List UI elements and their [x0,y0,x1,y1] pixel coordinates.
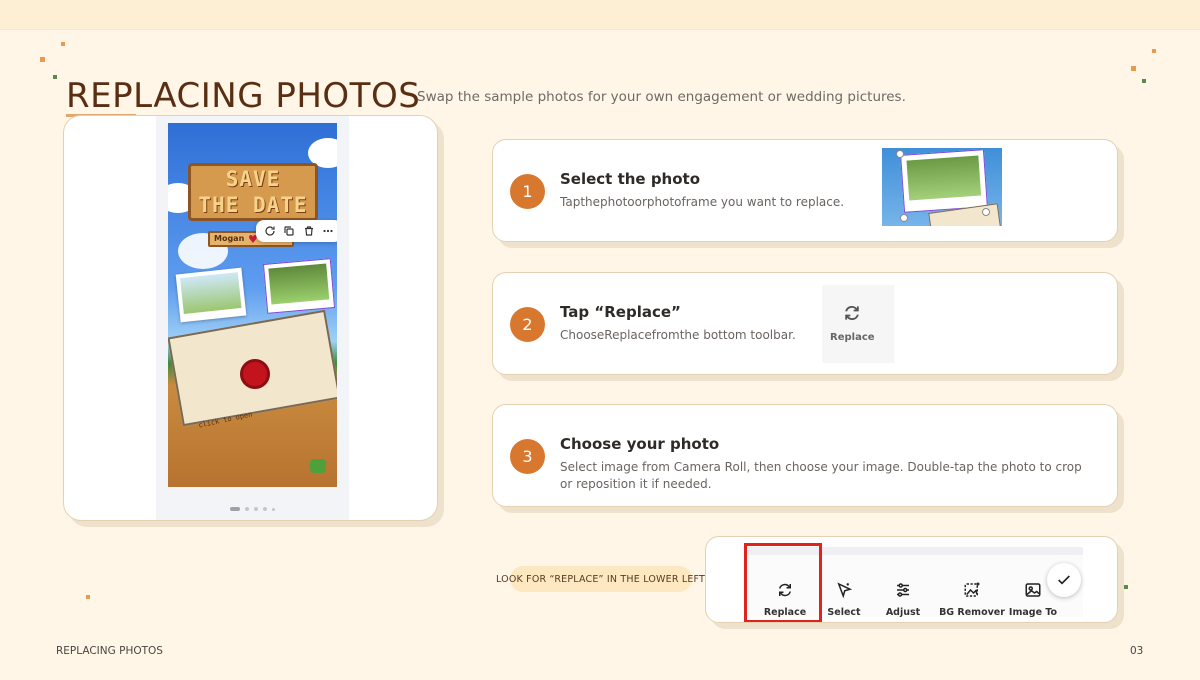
page-dot [263,507,267,511]
step-number: 1 [510,174,545,209]
tool-label: BG Remover [939,607,1005,618]
image-icon [1025,583,1041,597]
replace-highlight-box [744,543,822,622]
step-description: Tapthephotoorphotoframe you want to repl… [560,195,845,209]
page-indicator [230,507,275,511]
confetti-dot [1142,79,1146,83]
confetti-dot [1124,585,1128,589]
duplicate-icon[interactable] [283,225,295,237]
couple-photo [180,272,242,314]
invitation-canvas[interactable]: SAVE THE DATE Mogan ♥ click to open [168,123,337,487]
confetti-dot [1131,66,1136,71]
sign-line-2: THE DATE [198,193,308,217]
replace-label: Replace [830,332,875,343]
couple-photo [268,263,330,305]
confetti-dot [40,57,45,62]
step-title: Select the photo [560,170,701,188]
wax-seal [240,359,270,389]
replace-button-thumbnail: Replace [822,285,894,363]
bottom-toolbar-card: Replace Select Adjust BG Remover Image T… [705,536,1118,623]
tool-label: Adjust [885,607,921,618]
tool-label: Image To [1008,607,1058,618]
frog-icon [310,459,326,473]
adjust-tool[interactable]: Adjust [868,581,938,618]
photo-frame [900,149,988,213]
couple-photo [906,155,982,201]
page-dot [272,507,275,511]
selected-photo-thumbnail [882,148,1002,226]
more-icon[interactable] [322,225,334,237]
top-band [0,0,1200,30]
save-the-date-sign: SAVE THE DATE [188,163,318,221]
step-title: Choose your photo [560,435,720,453]
step-title: Tap “Replace” [560,303,681,321]
step-card-3: 3 Choose your photo Select image from Ca… [492,404,1118,507]
done-button[interactable] [1047,563,1081,597]
checkmark-icon [1058,575,1070,585]
element-edit-toolbar [256,220,337,242]
resize-handle [896,150,904,158]
confetti-dot [1152,49,1156,53]
phone-frame: SAVE THE DATE Mogan ♥ click to open [156,116,349,520]
resize-handle [982,208,990,216]
footer-title: REPLACING PHOTOS [56,645,163,657]
page-title: REPLACING PHOTOS [66,76,421,116]
trash-icon[interactable] [303,225,315,237]
invitation-preview-card: SAVE THE DATE Mogan ♥ click to open [63,115,438,521]
sign-line-1: SAVE [225,167,281,191]
page-subtitle: Swap the sample photos for your own enga… [417,89,906,105]
step-card-2: 2 Tap “Replace” ChooseReplacefromthe bot… [492,272,1118,375]
step-description: Select image from Camera Roll, then choo… [560,460,1082,491]
page-dot-active [230,507,240,511]
replace-icon [845,306,859,320]
hint-text: LOOK FOR “REPLACE” IN THE LOWER LEFT [496,574,706,585]
photo-frame-1[interactable] [175,267,247,323]
confetti-dot [86,595,90,599]
bg-remover-icon [964,582,980,597]
resize-handle [900,214,908,222]
page-dot [245,507,249,511]
rotate-icon[interactable] [264,225,276,237]
bg-remover-tool[interactable]: BG Remover [934,581,1010,618]
page-dot [254,507,258,511]
confetti-dot [53,75,57,79]
sliders-icon [897,583,909,597]
confetti-dot [61,42,65,46]
magic-select-icon [837,582,853,599]
photo-frame-2-selected[interactable] [262,258,336,314]
step-card-1: 1 Select the photo Tapthephotoorphotofra… [492,139,1118,242]
page-number: 03 [1130,645,1144,657]
step-number: 2 [510,307,545,342]
step-number: 3 [510,439,545,474]
